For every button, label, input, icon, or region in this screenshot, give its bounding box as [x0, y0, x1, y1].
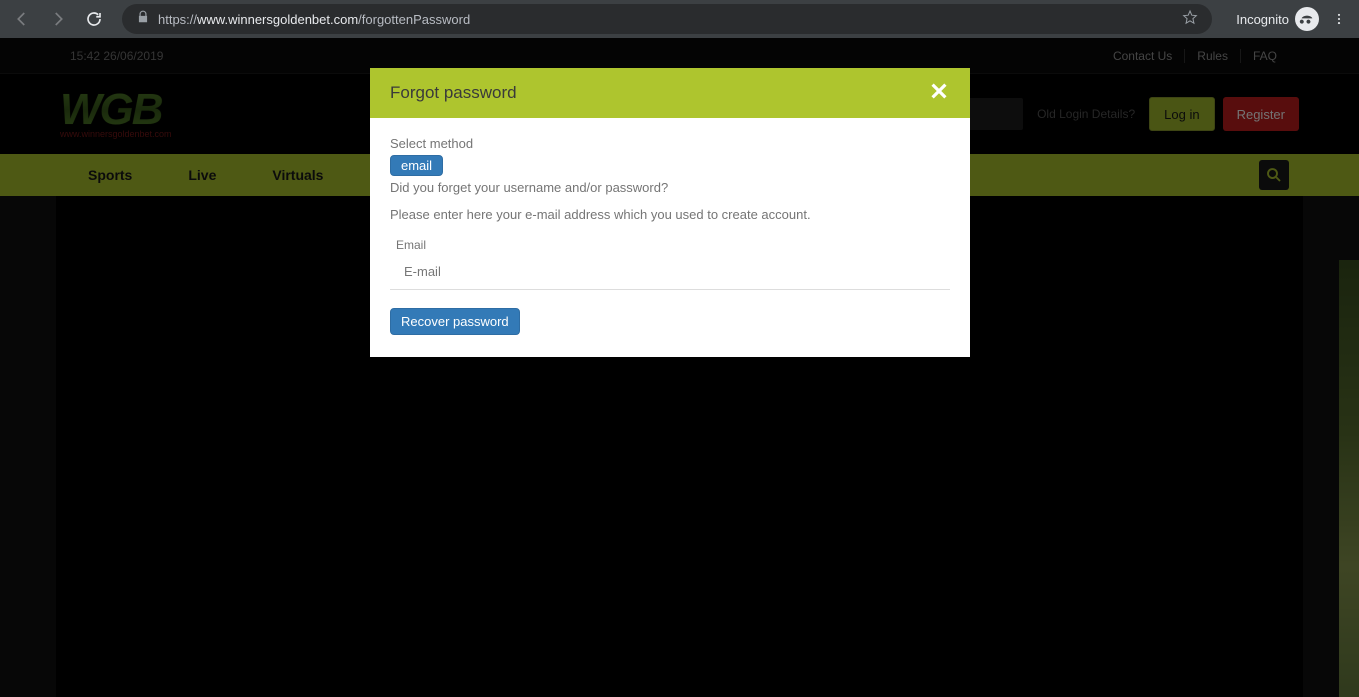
address-bar[interactable]: https://www.winnersgoldenbet.com/forgott…	[122, 4, 1212, 34]
url-host: www.winnersgoldenbet.com	[197, 12, 358, 27]
browser-menu-button[interactable]	[1327, 12, 1351, 26]
modal-header: Forgot password	[370, 68, 970, 118]
instruction-text: Please enter here your e-mail address wh…	[390, 207, 950, 222]
browser-chrome: https://www.winnersgoldenbet.com/forgott…	[0, 0, 1359, 38]
url-path: /forgottenPassword	[358, 12, 470, 27]
reload-button[interactable]	[80, 5, 108, 33]
forward-button[interactable]	[44, 5, 72, 33]
incognito-label: Incognito	[1236, 12, 1289, 27]
incognito-indicator: Incognito	[1236, 7, 1319, 31]
back-button[interactable]	[8, 5, 36, 33]
select-method-label: Select method	[390, 136, 950, 151]
bookmark-star-icon[interactable]	[1182, 9, 1198, 30]
lock-icon	[136, 10, 150, 29]
question-text: Did you forget your username and/or pass…	[390, 180, 950, 195]
email-input[interactable]	[396, 256, 944, 287]
recover-password-button[interactable]: Recover password	[390, 308, 520, 335]
modal-title: Forgot password	[390, 83, 517, 103]
email-input-wrap	[390, 254, 950, 290]
email-field-label: Email	[396, 238, 950, 252]
close-icon[interactable]	[928, 80, 950, 107]
url-text: https://www.winnersgoldenbet.com/forgott…	[158, 12, 470, 27]
url-prefix: https://	[158, 12, 197, 27]
method-email-pill[interactable]: email	[390, 155, 443, 176]
incognito-icon	[1295, 7, 1319, 31]
modal-body: Select method email Did you forget your …	[370, 118, 970, 357]
forgot-password-modal: Forgot password Select method email Did …	[370, 68, 970, 357]
